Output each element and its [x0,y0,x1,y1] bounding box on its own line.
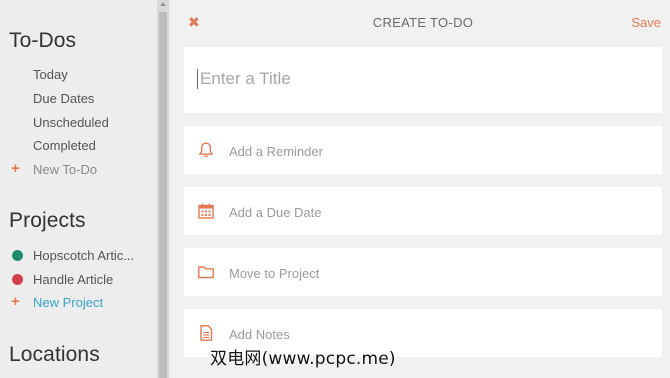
create-todo-panel: ✖ CREATE TO-DO Save Add a Reminder Add a… [169,0,670,378]
bell-icon [199,142,213,158]
project-row[interactable]: Move to Project [184,248,662,296]
title-card [184,47,662,113]
folder-icon [198,266,214,279]
sidebar-item-due-dates[interactable]: Due Dates [33,91,94,106]
project-color-dot [12,250,23,261]
sidebar: To-Dos Today Due Dates Unscheduled Compl… [0,0,157,378]
sidebar-item-project-hopscotch[interactable]: Hopscotch Artic... [33,248,134,263]
sidebar-item-completed[interactable]: Completed [33,138,96,153]
sidebar-item-unscheduled[interactable]: Unscheduled [33,115,109,130]
save-button[interactable]: Save [631,15,661,30]
notes-label: Add Notes [229,327,290,342]
project-label: Move to Project [229,266,320,281]
due-date-label: Add a Due Date [229,205,322,220]
new-todo-button[interactable]: New To-Do [33,162,97,177]
page-title: CREATE TO-DO [372,15,474,30]
scroll-up-arrow-icon[interactable] [160,2,166,6]
title-input[interactable] [197,69,630,89]
calendar-icon [198,203,214,219]
plus-icon: + [11,293,20,310]
sidebar-item-project-handle[interactable]: Handle Article [33,272,113,287]
reminder-row[interactable]: Add a Reminder [184,126,662,174]
new-project-button[interactable]: New Project [33,295,103,310]
project-color-dot [12,274,23,285]
reminder-label: Add a Reminder [229,144,323,159]
watermark-text: 双电网(www.pcpc.me) [210,349,396,369]
projects-section-title: Projects [9,209,86,232]
note-icon [200,325,213,341]
locations-section-title: Locations [9,343,100,366]
due-date-row[interactable]: Add a Due Date [184,187,662,235]
sidebar-item-today[interactable]: Today [33,67,68,82]
todos-section-title: To-Dos [9,29,77,52]
plus-icon: + [11,160,20,177]
scrollbar-thumb[interactable] [159,12,167,378]
